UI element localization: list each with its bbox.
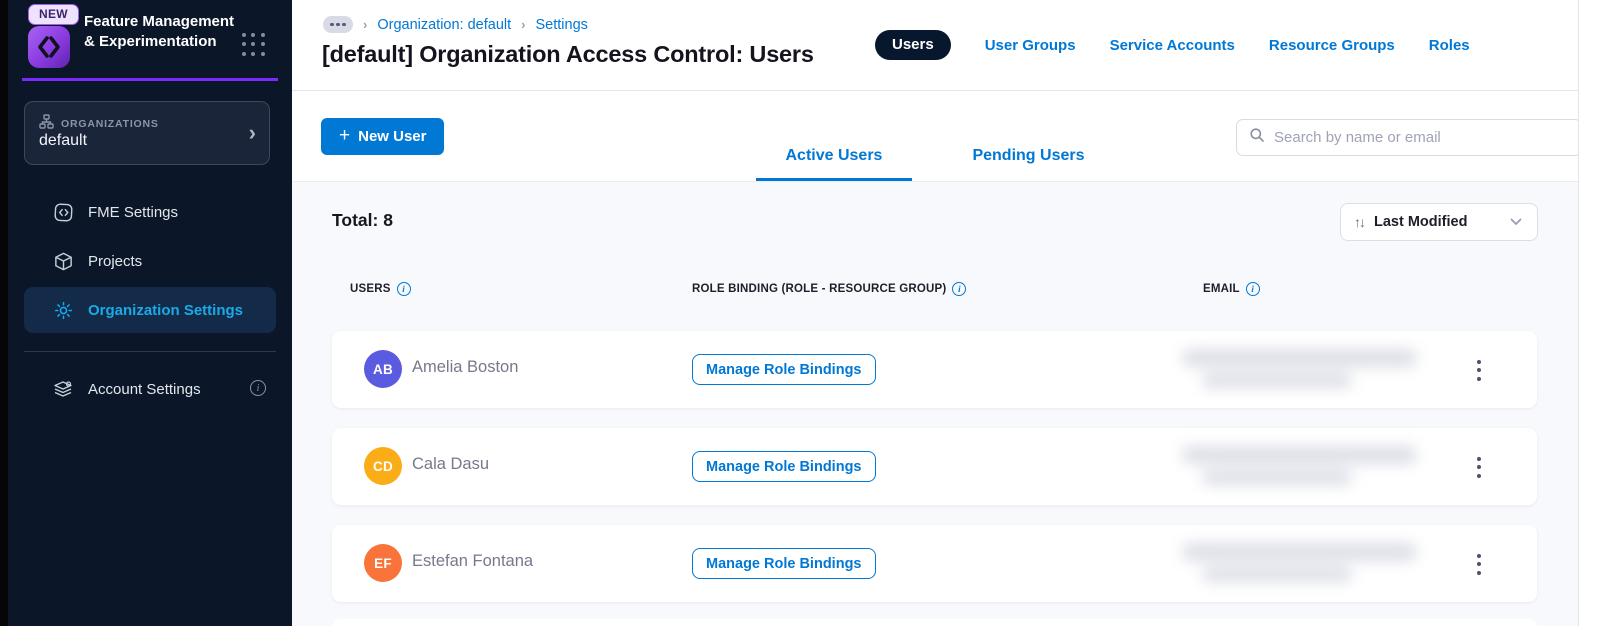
header-accent-divider [22, 78, 278, 81]
new-user-button[interactable]: + New User [321, 118, 445, 155]
search-box [1236, 119, 1578, 156]
organization-selector[interactable]: ORGANIZATIONS default › [24, 101, 270, 165]
projects-cube-icon [52, 251, 74, 272]
avatar: CD [364, 447, 402, 485]
info-icon[interactable]: i [952, 282, 967, 296]
breadcrumb-link-organization[interactable]: Organization: default [377, 17, 511, 33]
search-input[interactable] [1274, 129, 1569, 146]
sidebar-nav: FME Settings Projects Organization Setti… [8, 186, 292, 415]
table-row: AB Amelia Boston Manage Role Bindings [332, 331, 1537, 408]
kebab-menu-icon[interactable] [1470, 355, 1488, 385]
sidebar-item-projects[interactable]: Projects [24, 238, 276, 284]
chevron-down-icon [1510, 213, 1522, 231]
sort-dropdown-value: Last Modified [1374, 214, 1468, 230]
user-name: Amelia Boston [412, 358, 519, 376]
sidebar-item-label: Account Settings [88, 380, 201, 398]
access-control-tabs: Users User Groups Service Accounts Resou… [875, 30, 1470, 60]
fme-settings-icon [52, 202, 74, 223]
search-icon [1249, 127, 1265, 148]
tab-roles[interactable]: Roles [1429, 37, 1470, 54]
column-header-users: USERS i [350, 282, 411, 296]
sidebar-item-label: Organization Settings [88, 301, 244, 319]
org-selector-label: ORGANIZATIONS [61, 118, 159, 130]
page-header: › Organization: default › Settings [defa… [292, 0, 1578, 91]
avatar: AB [364, 350, 402, 388]
tab-active-users[interactable]: Active Users [755, 147, 913, 181]
email-redacted [1172, 438, 1432, 494]
main-panel: › Organization: default › Settings [defa… [292, 0, 1578, 626]
window-right-gutter [1578, 0, 1600, 626]
table-row-partial [332, 619, 1537, 626]
email-redacted [1172, 535, 1432, 591]
chevron-right-icon: › [363, 17, 368, 32]
column-header-email: EMAIL i [1203, 282, 1260, 296]
product-title: Feature Management & Experimentation [84, 13, 235, 50]
app-switcher-grid-icon[interactable] [242, 33, 266, 57]
gear-icon [52, 300, 74, 321]
user-name: Cala Dasu [412, 455, 490, 473]
chevron-right-icon: › [521, 17, 526, 32]
column-header-role-binding: ROLE BINDING (ROLE - RESOURCE GROUP) i [692, 282, 967, 296]
app-window: NEW Feature Management & Experimentation [0, 0, 1600, 626]
info-icon[interactable]: i [1245, 282, 1260, 296]
sidebar-item-fme-settings[interactable]: FME Settings [24, 189, 276, 235]
kebab-menu-icon[interactable] [1470, 452, 1488, 482]
manage-role-bindings-button[interactable]: Manage Role Bindings [692, 548, 876, 579]
kebab-menu-icon[interactable] [1470, 549, 1488, 579]
account-settings-layers-icon [52, 378, 74, 400]
info-icon[interactable]: i [396, 282, 411, 296]
sidebar-item-account-settings[interactable]: Account Settings i [24, 366, 276, 412]
sidebar-item-organization-settings[interactable]: Organization Settings [24, 287, 276, 333]
tab-pending-users[interactable]: Pending Users [942, 147, 1114, 181]
chevron-right-icon: › [248, 120, 256, 145]
manage-role-bindings-button[interactable]: Manage Role Bindings [692, 354, 876, 385]
breadcrumb-ellipsis-icon[interactable] [323, 16, 353, 33]
page-title: [default] Organization Access Control: U… [322, 41, 814, 67]
breadcrumb-link-settings[interactable]: Settings [536, 17, 588, 33]
user-name: Estefan Fontana [412, 552, 534, 570]
product-logo-icon [28, 26, 70, 68]
sort-dropdown[interactable]: ↑↓ Last Modified [1340, 203, 1538, 241]
sidebar-item-label: Projects [88, 252, 143, 270]
table-row: EF Estefan Fontana Manage Role Bindings [332, 525, 1537, 602]
org-selector-value: default [39, 132, 88, 149]
tab-user-groups[interactable]: User Groups [985, 37, 1076, 54]
manage-role-bindings-button[interactable]: Manage Role Bindings [692, 451, 876, 482]
avatar: EF [364, 544, 402, 582]
sidebar-divider [24, 351, 276, 352]
tab-resource-groups[interactable]: Resource Groups [1269, 37, 1395, 54]
table-header-row: USERS i ROLE BINDING (ROLE - RESOURCE GRO… [292, 282, 1578, 300]
sidebar: NEW Feature Management & Experimentation [8, 0, 292, 626]
tab-users[interactable]: Users [875, 30, 951, 60]
total-count: Total: 8 [332, 210, 393, 230]
org-hierarchy-icon [39, 114, 54, 134]
table-row: CD Cala Dasu Manage Role Bindings [332, 428, 1537, 505]
tab-service-accounts[interactable]: Service Accounts [1110, 37, 1235, 54]
screen-edge-strip [0, 0, 8, 626]
breadcrumb: › Organization: default › Settings [323, 16, 588, 33]
plus-icon: + [339, 124, 351, 146]
info-icon[interactable]: i [250, 380, 266, 396]
toolbar: + New User Active Users Pending Users [292, 92, 1578, 181]
sidebar-item-label: FME Settings [88, 203, 179, 221]
email-redacted [1172, 341, 1432, 397]
users-list-panel: Total: 8 ↑↓ Last Modified USERS i ROLE BI… [292, 181, 1578, 626]
new-user-button-label: New User [358, 128, 427, 145]
sort-arrows-icon: ↑↓ [1354, 214, 1366, 230]
new-badge: NEW [28, 4, 79, 25]
